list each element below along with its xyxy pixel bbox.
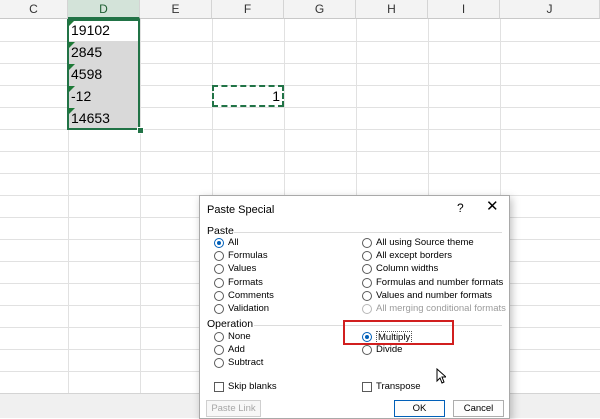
row-gridline [0,129,600,130]
paste-special-dialog: Paste Special ? ✕ Paste All Formulas Val… [199,195,510,419]
help-button[interactable]: ? [457,201,464,215]
label-all-source-theme: All using Source theme [376,237,474,248]
label-merging-conditional-formats: All merging conditional formats [376,303,506,314]
paste-link-button[interactable]: Paste Link [206,400,261,417]
cell-d4[interactable]: -12 [68,85,140,107]
cell-d3[interactable]: 4598 [68,63,140,85]
label-all-except-borders: All except borders [376,250,453,261]
fill-handle[interactable] [137,127,144,134]
operation-group-label: Operation [207,318,254,330]
radio-divide[interactable] [362,345,372,355]
radio-comments[interactable] [214,291,224,301]
radio-formats[interactable] [214,278,224,288]
label-skip-blanks: Skip blanks [228,381,277,392]
ok-button[interactable]: OK [394,400,445,417]
radio-validation[interactable] [214,304,224,314]
cell-d3-value: 4598 [71,66,103,82]
radio-all-source-theme[interactable] [362,238,372,248]
paste-group-divider [234,232,502,233]
label-comments: Comments [228,290,274,301]
cell-d2-value: 2845 [71,44,103,60]
paste-group-label: Paste [207,225,234,237]
close-button[interactable]: ✕ [486,199,499,215]
radio-values[interactable] [214,264,224,274]
radio-values-number-formats[interactable] [362,291,372,301]
cell-f4-copied[interactable]: 1 [212,85,284,107]
radio-add[interactable] [214,345,224,355]
radio-subtract[interactable] [214,358,224,368]
error-indicator-icon [69,108,75,114]
label-column-widths: Column widths [376,263,439,274]
cell-d5[interactable]: 14653 [68,107,140,129]
column-gridline [140,19,141,393]
radio-formulas-number-formats[interactable] [362,278,372,288]
radio-all-except-borders[interactable] [362,251,372,261]
cancel-button[interactable]: Cancel [453,400,504,417]
label-values-number-formats: Values and number formats [376,290,492,301]
label-none: None [228,331,251,342]
radio-column-widths[interactable] [362,264,372,274]
label-add: Add [228,344,245,355]
error-indicator-icon [69,64,75,70]
radio-merging-conditional-formats [362,304,372,314]
column-header-c[interactable]: C [0,0,68,19]
cell-d2[interactable]: 2845 [68,41,140,63]
cell-d1-value: 19102 [71,22,110,38]
checkbox-skip-blanks[interactable] [214,382,224,392]
multiply-highlight-box [343,320,454,345]
label-divide: Divide [376,344,403,355]
radio-none[interactable] [214,332,224,342]
cell-d5-value: 14653 [71,110,110,126]
error-indicator-icon [69,20,75,26]
checkbox-transpose[interactable] [362,382,372,392]
label-transpose: Transpose [376,381,421,392]
column-header-d[interactable]: D [68,0,140,19]
label-formats: Formats [228,277,263,288]
dialog-title: Paste Special [207,204,275,216]
column-header-j[interactable]: J [500,0,600,19]
column-header-g[interactable]: G [284,0,356,19]
column-header-h[interactable]: H [356,0,428,19]
label-values: Values [228,263,257,274]
column-header-f[interactable]: F [212,0,284,19]
column-header-i[interactable]: I [428,0,500,19]
radio-all[interactable] [214,238,224,248]
label-all: All [228,237,239,248]
cell-d1[interactable]: 19102 [68,19,140,41]
row-gridline [0,173,600,174]
error-indicator-icon [69,42,75,48]
label-subtract: Subtract [228,357,264,368]
label-validation: Validation [228,303,270,314]
label-formulas-number-formats: Formulas and number formats [376,277,504,288]
mouse-cursor-icon [436,368,446,384]
radio-formulas[interactable] [214,251,224,261]
column-header-e[interactable]: E [140,0,212,19]
error-indicator-icon [69,86,75,92]
row-gridline [0,151,600,152]
label-formulas: Formulas [228,250,268,261]
